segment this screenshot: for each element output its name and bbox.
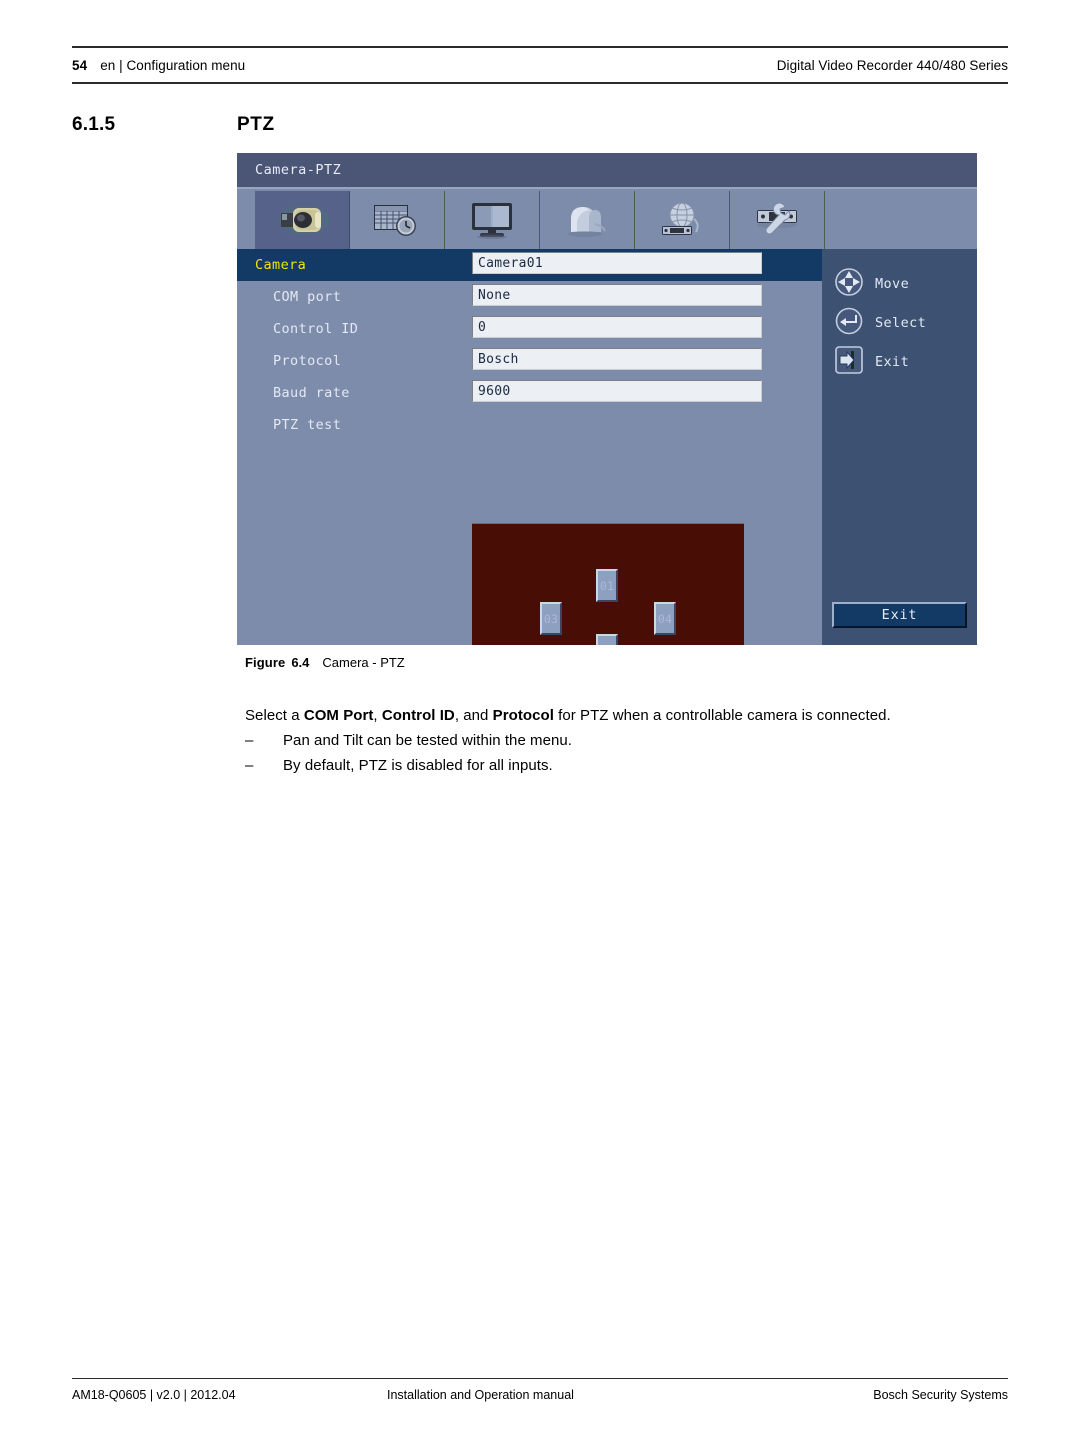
- list-item: – By default, PTZ is disabled for all in…: [245, 753, 975, 778]
- page-footer: AM18-Q0605 | v2.0 | 2012.04 Installation…: [72, 1378, 1008, 1402]
- sidebar-item-display[interactable]: [445, 191, 540, 249]
- wrench-device-icon: [751, 203, 803, 237]
- legend-label: Exit: [875, 354, 910, 370]
- sidebar-item-camera[interactable]: [255, 191, 350, 249]
- dvr-window-title: Camera-PTZ: [255, 162, 342, 178]
- dvr-toolbar: [237, 191, 977, 249]
- body-content: Select a COM Port, Control ID, and Proto…: [245, 703, 975, 778]
- legend-move: Move: [834, 267, 909, 301]
- row-label: COM port: [273, 289, 342, 305]
- intro-paragraph: Select a COM Port, Control ID, and Proto…: [245, 703, 975, 728]
- para-text-2: ,: [373, 707, 382, 724]
- settings-row-com-port[interactable]: COM port None: [255, 281, 804, 313]
- ptz-test-video-area[interactable]: 01 02 03 04: [472, 523, 744, 645]
- figure-caption: Figure 6.4 Camera - PTZ: [245, 655, 405, 670]
- row-label: Protocol: [273, 353, 342, 369]
- para-text-4: for PTZ when a controllable camera is co…: [553, 707, 891, 724]
- page-number: 54: [72, 57, 88, 73]
- header-product-name: Digital Video Recorder 440/480 Series: [776, 57, 1008, 73]
- figure-label: Figure: [245, 655, 286, 670]
- dvr-title-bar: Camera-PTZ: [237, 153, 977, 189]
- para-text-3: , and: [454, 707, 493, 724]
- para-bold-control-id: Control ID: [381, 707, 455, 724]
- camera-field[interactable]: Camera01: [472, 252, 762, 274]
- sidebar-item-network[interactable]: [635, 191, 730, 249]
- protocol-field[interactable]: Bosch: [472, 348, 762, 370]
- section-number: 6.1.5: [72, 114, 116, 135]
- footer-doc-id: AM18-Q0605 | v2.0 | 2012.04: [72, 1388, 236, 1402]
- globe-device-icon: [656, 201, 708, 239]
- row-value: Bosch: [478, 352, 519, 367]
- dpad-icon: [834, 267, 864, 301]
- sidebar-item-event[interactable]: [540, 191, 635, 249]
- row-label: Control ID: [273, 321, 359, 337]
- exit-button[interactable]: Exit: [832, 602, 967, 628]
- row-value: 9600: [478, 384, 511, 399]
- ptz-button-up[interactable]: 01: [596, 569, 618, 602]
- settings-row-protocol[interactable]: Protocol Bosch: [255, 345, 804, 377]
- ptz-button-right[interactable]: 04: [654, 602, 676, 635]
- row-label: Camera: [255, 257, 307, 273]
- sidebar-item-schedule[interactable]: [350, 191, 445, 249]
- ptz-button-down[interactable]: 02: [596, 634, 618, 645]
- dvr-settings-form: Camera Camera01 COM port None Control ID…: [237, 249, 822, 645]
- legend-label: Move: [875, 276, 910, 292]
- calendar-clock-icon: [372, 202, 422, 238]
- footer-doc-type: Installation and Operation manual: [387, 1388, 574, 1402]
- com-port-field[interactable]: None: [472, 284, 762, 306]
- header-breadcrumb: en | Configuration menu: [100, 57, 246, 73]
- row-label: PTZ test: [273, 417, 342, 433]
- page-header: 54 en | Configuration menu Digital Video…: [72, 46, 1008, 84]
- legend-exit: Exit: [834, 345, 909, 379]
- bullet-dash: –: [245, 732, 254, 749]
- para-bold-com-port: COM Port: [303, 707, 374, 724]
- legend-label: Select: [875, 315, 927, 331]
- settings-row-control-id[interactable]: Control ID 0: [255, 313, 804, 345]
- exit-icon: [834, 345, 864, 379]
- camera-icon: [275, 203, 329, 237]
- settings-row-baud-rate[interactable]: Baud rate 9600: [255, 377, 804, 409]
- row-label: Baud rate: [273, 385, 350, 401]
- page-title: PTZ: [237, 114, 275, 135]
- dvr-screenshot: Camera-PTZ Camera Camera01 COM port None…: [237, 153, 977, 645]
- ptz-button-left[interactable]: 03: [540, 602, 562, 635]
- figure-caption-text: Camera - PTZ: [322, 655, 405, 670]
- list-item: – Pan and Tilt can be tested within the …: [245, 728, 975, 753]
- figure-number: 6.4: [291, 655, 310, 670]
- settings-row-camera[interactable]: Camera Camera01: [237, 249, 822, 281]
- bullet-dash: –: [245, 757, 254, 774]
- monitor-icon: [469, 201, 515, 239]
- sidebar-item-system[interactable]: [730, 191, 825, 249]
- para-text-1: Select a: [245, 707, 304, 724]
- bullet-text: By default, PTZ is disabled for all inpu…: [283, 757, 553, 774]
- bullet-text: Pan and Tilt can be tested within the me…: [283, 732, 572, 749]
- row-value: None: [478, 288, 511, 303]
- row-value: 0: [478, 320, 487, 335]
- control-id-field[interactable]: 0: [472, 316, 762, 338]
- dvr-help-sidebar: Move Select Exit Exit: [822, 249, 977, 645]
- settings-row-ptz-test: PTZ test: [255, 409, 804, 441]
- enter-icon: [834, 306, 864, 340]
- legend-select: Select: [834, 306, 926, 340]
- para-bold-protocol: Protocol: [492, 707, 554, 724]
- footer-company: Bosch Security Systems: [873, 1388, 1008, 1402]
- row-value: Camera01: [478, 256, 544, 271]
- baud-rate-field[interactable]: 9600: [472, 380, 762, 402]
- siren-icon: [563, 202, 611, 238]
